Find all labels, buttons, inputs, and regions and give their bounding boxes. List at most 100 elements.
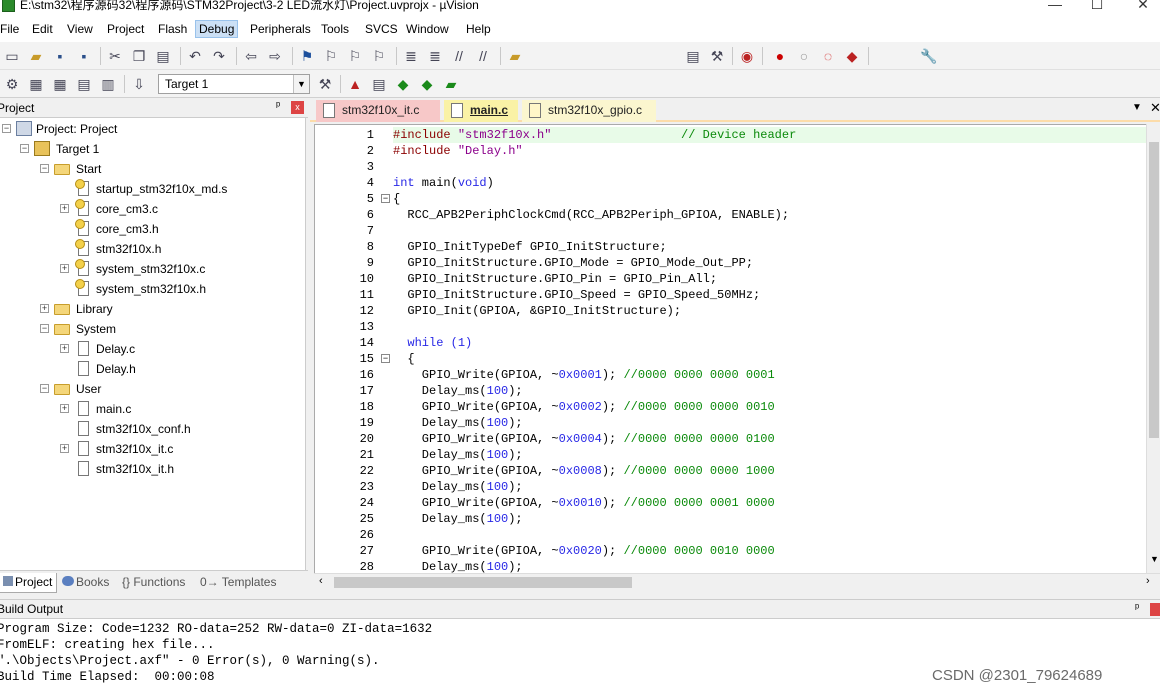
download-icon[interactable]: ⇩ [130,75,148,93]
code-line[interactable]: GPIO_Write(GPIOA, ~0x0010); //0000 0000 … [393,495,775,511]
code-line[interactable]: Delay_ms(100); [393,447,523,463]
pin-icon[interactable]: ᵖ [1135,602,1139,614]
code-line[interactable]: GPIO_Write(GPIOA, ~0x0001); //0000 0000 … [393,367,775,383]
next-bookmark-icon[interactable]: ⚐ [346,47,364,65]
code-line[interactable]: GPIO_Write(GPIOA, ~0x0020); //0000 0000 … [393,543,775,559]
undo-icon[interactable]: ↶ [186,47,204,65]
close-window-button[interactable]: ✕ [1120,0,1160,15]
menu-flash[interactable]: Flash [158,22,187,36]
editor-tab-main-c[interactable]: main.c [444,100,518,122]
cut-icon[interactable]: ✂ [106,47,124,65]
find-in-files-icon[interactable]: ▰ [506,47,524,65]
collapse-icon[interactable]: − [40,324,49,333]
close-icon[interactable] [1150,603,1160,616]
tab-books[interactable]: Books [58,573,113,593]
incremental-find-icon[interactable]: ⚒ [708,47,726,65]
find-icon[interactable]: ▤ [684,47,702,65]
configure-icon[interactable]: 🔧 [920,47,938,65]
code-line[interactable]: GPIO_InitStructure.GPIO_Mode = GPIO_Mode… [393,255,753,271]
tab-templates[interactable]: 0→ Templates [196,573,280,593]
code-line[interactable]: GPIO_Write(GPIOA, ~0x0008); //0000 0000 … [393,463,775,479]
new-file-icon[interactable]: ▭ [3,47,21,65]
build-icon[interactable]: ▦ [27,75,45,93]
code-line[interactable]: GPIO_InitStructure.GPIO_Pin = GPIO_Pin_A… [393,271,717,287]
indent-icon[interactable]: ≣ [402,47,420,65]
menu-window[interactable]: Window [406,22,449,36]
kill-breakpoints-icon[interactable]: ◆ [843,47,861,65]
clear-bookmarks-icon[interactable]: ⚐ [370,47,388,65]
editor-tab-stm32f10x-it-c[interactable]: stm32f10x_it.c [316,100,440,122]
fold-toggle-icon[interactable]: − [381,354,390,363]
pin-icon[interactable]: ᵖ [276,100,280,112]
code-line[interactable]: { [393,351,414,367]
code-line[interactable]: Delay_ms(100); [393,479,523,495]
code-line[interactable]: GPIO_Write(GPIOA, ~0x0004); //0000 0000 … [393,431,775,447]
code-line[interactable]: #include "Delay.h" [393,143,523,159]
translate-icon[interactable]: ⚙ [3,75,21,93]
navigate-forward-icon[interactable]: ⇨ [266,47,284,65]
scrollbar-thumb[interactable] [1149,142,1159,438]
tab-list-icon[interactable]: ▼ [1132,102,1142,113]
start-debug-icon[interactable]: ◉ [738,47,756,65]
menu-peripherals[interactable]: Peripherals [250,22,311,36]
pack-installer-icon[interactable]: ◆ [418,75,436,93]
menu-project[interactable]: Project [107,22,144,36]
tab-project[interactable]: Project [0,573,58,593]
bookmark-icon[interactable]: ⚑ [298,47,316,65]
code-editor[interactable]: 1 2 3 4 5 6 7 8 9 10 11 12 13 14 15 16 17 18 19 20 21 22 23 24 2… [314,124,1160,574]
expand-icon[interactable]: + [60,404,69,413]
rebuild-icon[interactable]: ▦ [51,75,69,93]
collapse-icon[interactable]: − [20,144,29,153]
code-line[interactable]: RCC_APB2PeriphClockCmd(RCC_APB2Periph_GP… [393,207,789,223]
close-tab-icon[interactable]: ✕ [1150,100,1160,116]
fold-toggle-icon[interactable]: − [381,194,390,203]
scroll-down-icon[interactable]: ▼ [1150,554,1159,564]
code-line[interactable]: int main(void) [393,175,494,191]
save-icon[interactable]: ▪ [51,47,69,65]
expand-icon[interactable]: + [60,204,69,213]
redo-icon[interactable]: ↷ [210,47,228,65]
expand-icon[interactable]: + [60,264,69,273]
manage-rte-icon[interactable]: ◆ [394,75,412,93]
comment-icon[interactable]: // [450,47,468,65]
maximize-button[interactable]: ☐ [1074,0,1120,15]
code-line[interactable]: GPIO_InitStructure.GPIO_Speed = GPIO_Spe… [393,287,760,303]
expand-icon[interactable]: + [60,344,69,353]
code-line[interactable]: GPIO_InitTypeDef GPIO_InitStructure; [393,239,666,255]
insert-breakpoint-icon[interactable]: ● [771,47,789,65]
batch-build-icon[interactable]: ▤ [75,75,93,93]
menu-file[interactable]: File [0,22,19,36]
disable-breakpoints-icon[interactable]: ◌ [819,47,837,65]
uncomment-icon[interactable]: // [474,47,492,65]
collapse-icon[interactable]: − [40,384,49,393]
code-line[interactable]: Delay_ms(100); [393,511,523,527]
menu-svcs[interactable]: SVCS [365,22,398,36]
code-line[interactable]: GPIO_Write(GPIOA, ~0x0002); //0000 0000 … [393,399,775,415]
enable-breakpoint-icon[interactable]: ○ [795,47,813,65]
code-line[interactable]: GPIO_Init(GPIOA, &GPIO_InitStructure); [393,303,681,319]
code-line[interactable]: while (1) [393,335,472,351]
code-line[interactable]: Delay_ms(100); [393,415,523,431]
menu-view[interactable]: View [67,22,93,36]
menu-edit[interactable]: Edit [32,22,53,36]
menu-debug[interactable]: Debug [195,20,239,38]
chevron-down-icon[interactable]: ▼ [293,75,309,93]
paste-icon[interactable]: ▤ [154,47,172,65]
editor-vertical-scrollbar[interactable]: ▼ [1146,124,1160,574]
navigate-back-icon[interactable]: ⇦ [242,47,260,65]
menu-help[interactable]: Help [466,22,491,36]
prev-bookmark-icon[interactable]: ⚐ [322,47,340,65]
editor-tab-stm32f10x-gpio-c[interactable]: stm32f10x_gpio.c [522,100,656,122]
expand-icon[interactable]: + [40,304,49,313]
code-line[interactable]: Delay_ms(100); [393,559,523,573]
minimize-button[interactable]: — [1032,0,1078,15]
expand-icon[interactable]: + [60,444,69,453]
tab-functions[interactable]: {} Functions [118,573,189,593]
scroll-left-icon[interactable]: ‹ [319,575,323,587]
code-line[interactable]: { [393,191,400,207]
stop-build-icon[interactable]: ▥ [99,75,117,93]
scroll-right-icon[interactable]: › [1146,575,1150,587]
save-all-icon[interactable]: ▪ [75,47,93,65]
manage-project-items-icon[interactable]: ▲ [346,75,364,93]
code-line[interactable]: #include "stm32f10x.h" // Device header [393,127,1159,143]
